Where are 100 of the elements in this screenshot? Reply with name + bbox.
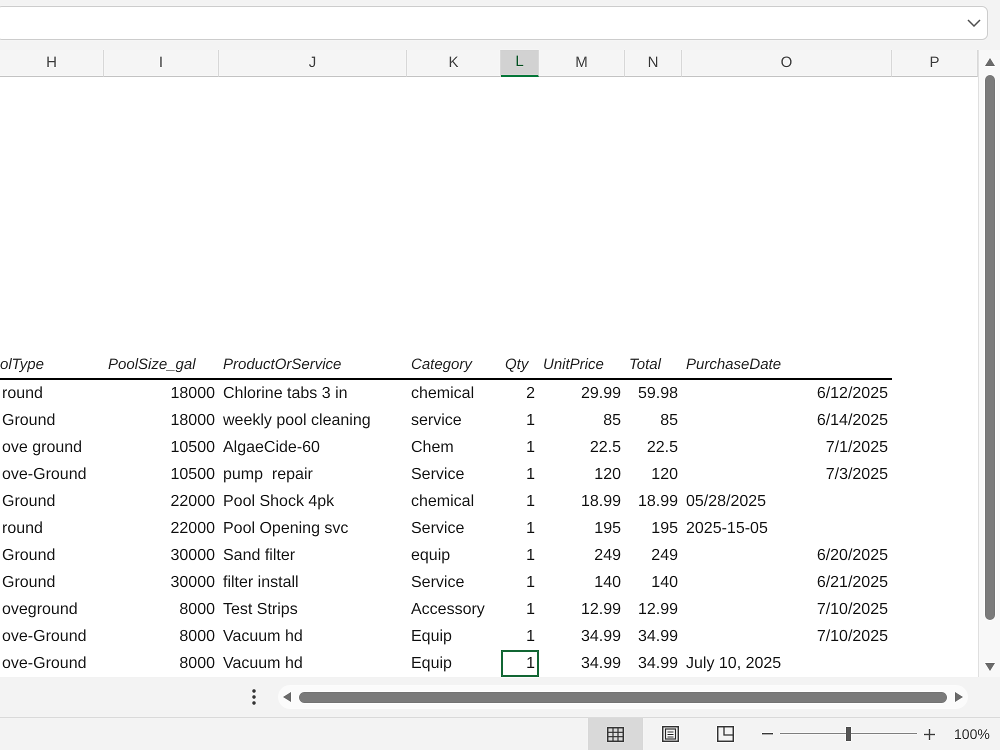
table-cell[interactable]: 34.99: [625, 623, 682, 650]
zoom-slider[interactable]: [780, 726, 917, 742]
table-cell[interactable]: ove-Ground: [0, 461, 104, 488]
table-cell[interactable]: Service: [407, 461, 501, 488]
table-cell[interactable]: Equip: [407, 650, 501, 677]
vertical-scrollbar[interactable]: [978, 50, 1000, 677]
more-options-icon[interactable]: [252, 689, 256, 705]
table-cell[interactable]: round: [0, 380, 104, 407]
table-cell[interactable]: 85: [539, 407, 625, 434]
table-cell[interactable]: 8000: [104, 623, 219, 650]
table-cell[interactable]: Ground: [0, 542, 104, 569]
column-header[interactable]: M: [539, 50, 625, 77]
table-cell[interactable]: Service: [407, 569, 501, 596]
table-cell[interactable]: 1: [501, 542, 539, 569]
table-cell[interactable]: 1: [501, 650, 539, 677]
table-cell[interactable]: Pool Opening svc: [219, 515, 407, 542]
table-cell[interactable]: 30000: [104, 569, 219, 596]
column-header[interactable]: O: [682, 50, 892, 77]
table-cell[interactable]: 12.99: [625, 596, 682, 623]
chevron-down-icon[interactable]: [967, 19, 981, 27]
table-cell[interactable]: 18.99: [625, 488, 682, 515]
table-cell[interactable]: 1: [501, 623, 539, 650]
table-cell[interactable]: 59.98: [625, 380, 682, 407]
table-header[interactable]: Total: [625, 353, 682, 380]
table-cell[interactable]: 85: [625, 407, 682, 434]
table-cell[interactable]: 1: [501, 434, 539, 461]
normal-view-button[interactable]: [588, 718, 643, 750]
table-header[interactable]: PurchaseDate: [682, 353, 892, 380]
table-cell[interactable]: Equip: [407, 623, 501, 650]
table-cell[interactable]: 7/10/2025: [682, 623, 892, 650]
table-cell[interactable]: 7/10/2025: [682, 596, 892, 623]
table-cell[interactable]: ove-Ground: [0, 623, 104, 650]
table-cell[interactable]: 249: [625, 542, 682, 569]
table-cell[interactable]: Chlorine tabs 3 in: [219, 380, 407, 407]
table-cell[interactable]: 120: [625, 461, 682, 488]
table-cell[interactable]: 140: [539, 569, 625, 596]
table-cell[interactable]: 34.99: [539, 650, 625, 677]
table-header[interactable]: UnitPrice: [539, 353, 625, 380]
table-cell[interactable]: 6/14/2025: [682, 407, 892, 434]
table-cell[interactable]: Sand filter: [219, 542, 407, 569]
table-cell[interactable]: 18000: [104, 407, 219, 434]
table-cell[interactable]: weekly pool cleaning: [219, 407, 407, 434]
table-cell[interactable]: filter install: [219, 569, 407, 596]
table-header[interactable]: Category: [407, 353, 501, 380]
table-cell[interactable]: 22000: [104, 488, 219, 515]
table-cell[interactable]: 7/1/2025: [682, 434, 892, 461]
column-header[interactable]: H: [0, 50, 104, 77]
table-cell[interactable]: chemical: [407, 380, 501, 407]
table-cell[interactable]: Chem: [407, 434, 501, 461]
table-cell[interactable]: 30000: [104, 542, 219, 569]
table-cell[interactable]: 12.99: [539, 596, 625, 623]
table-cell[interactable]: 8000: [104, 650, 219, 677]
table-cell[interactable]: 1: [501, 596, 539, 623]
table-cell[interactable]: July 10, 2025: [682, 650, 892, 677]
table-cell[interactable]: service: [407, 407, 501, 434]
table-cell[interactable]: 140: [625, 569, 682, 596]
scroll-left-icon[interactable]: [283, 692, 291, 702]
table-cell[interactable]: 22000: [104, 515, 219, 542]
scroll-down-icon[interactable]: [984, 663, 994, 671]
table-cell[interactable]: 10500: [104, 461, 219, 488]
table-cell[interactable]: ove-Ground: [0, 650, 104, 677]
scroll-right-icon[interactable]: [955, 692, 963, 702]
horizontal-scrollbar[interactable]: [278, 685, 968, 709]
scrollbar-thumb[interactable]: [984, 75, 994, 620]
table-header[interactable]: Qty: [501, 353, 539, 380]
table-cell[interactable]: 120: [539, 461, 625, 488]
table-cell[interactable]: round: [0, 515, 104, 542]
column-header[interactable]: N: [625, 50, 682, 77]
table-header[interactable]: olType: [0, 353, 104, 380]
table-cell[interactable]: Vacuum hd: [219, 650, 407, 677]
table-cell[interactable]: Accessory: [407, 596, 501, 623]
table-cell[interactable]: Service: [407, 515, 501, 542]
table-header[interactable]: ProductOrService: [219, 353, 407, 380]
table-cell[interactable]: ove ground: [0, 434, 104, 461]
table-cell[interactable]: chemical: [407, 488, 501, 515]
slider-thumb[interactable]: [846, 727, 851, 741]
table-header[interactable]: PoolSize_gal: [104, 353, 219, 380]
zoom-level[interactable]: 100%: [954, 724, 990, 744]
table-cell[interactable]: 6/21/2025: [682, 569, 892, 596]
table-cell[interactable]: 195: [539, 515, 625, 542]
column-header[interactable]: L: [501, 50, 539, 77]
table-cell[interactable]: 2025-15-05: [682, 515, 892, 542]
table-cell[interactable]: 6/12/2025: [682, 380, 892, 407]
table-cell[interactable]: 195: [625, 515, 682, 542]
table-cell[interactable]: 34.99: [539, 623, 625, 650]
table-cell[interactable]: Ground: [0, 407, 104, 434]
table-cell[interactable]: 18000: [104, 380, 219, 407]
table-cell[interactable]: 6/20/2025: [682, 542, 892, 569]
table-cell[interactable]: Ground: [0, 569, 104, 596]
table-cell[interactable]: 1: [501, 407, 539, 434]
table-cell[interactable]: 1: [501, 461, 539, 488]
column-header[interactable]: J: [219, 50, 407, 77]
table-cell[interactable]: 22.5: [625, 434, 682, 461]
table-cell[interactable]: 2: [501, 380, 539, 407]
table-cell[interactable]: 34.99: [625, 650, 682, 677]
table-cell[interactable]: Test Strips: [219, 596, 407, 623]
table-cell[interactable]: 1: [501, 569, 539, 596]
zoom-in-icon[interactable]: [924, 728, 935, 740]
table-cell[interactable]: equip: [407, 542, 501, 569]
table-cell[interactable]: 22.5: [539, 434, 625, 461]
